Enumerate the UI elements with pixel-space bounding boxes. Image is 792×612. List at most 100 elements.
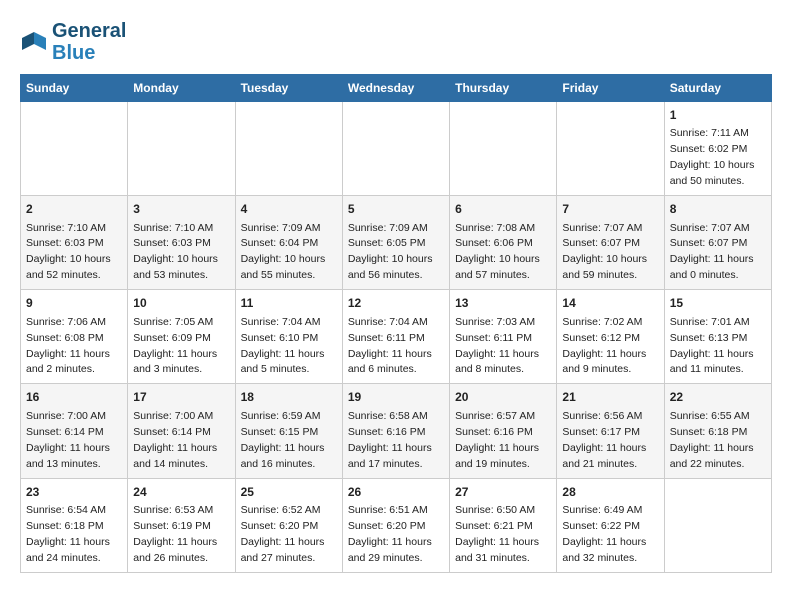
calendar-cell: 23Sunrise: 6:54 AM Sunset: 6:18 PM Dayli… — [21, 478, 128, 572]
day-info: Sunrise: 6:56 AM Sunset: 6:17 PM Dayligh… — [562, 410, 646, 470]
day-info: Sunrise: 7:04 AM Sunset: 6:11 PM Dayligh… — [348, 316, 432, 376]
calendar-cell: 24 Sunrise: 6:53 AM Sunset: 6:19 PM Dayli… — [128, 478, 235, 572]
calendar-cell: 28 Sunrise: 6:49 AM Sunset: 6:22 PM Dayli… — [557, 478, 664, 572]
calendar-cell — [342, 102, 449, 196]
calendar-cell: 26 Sunrise: 6:51 AM Sunset: 6:20 PM Dayli… — [342, 478, 449, 572]
day-number: 9 — [26, 295, 122, 312]
header-day-wednesday: Wednesday — [342, 75, 449, 102]
calendar-cell: 18 Sunrise: 6:59 AM Sunset: 6:15 PM Dayli… — [235, 384, 342, 478]
day-number: 27 — [455, 484, 551, 501]
calendar-cell: 20 Sunrise: 6:57 AM Sunset: 6:16 PM Dayli… — [450, 384, 557, 478]
calendar-cell — [128, 102, 235, 196]
calendar-cell: 12 Sunrise: 7:04 AM Sunset: 6:11 PM Dayli… — [342, 290, 449, 384]
calendar-cell — [557, 102, 664, 196]
calendar-cell: 19Sunrise: 6:58 AM Sunset: 6:16 PM Dayli… — [342, 384, 449, 478]
calendar-week-row: 2 Sunrise: 7:10 AM Sunset: 6:03 PM Daylig… — [21, 196, 772, 290]
day-number: 23 — [26, 484, 122, 501]
day-info: Sunrise: 6:57 AM Sunset: 6:16 PM Dayligh… — [455, 410, 539, 470]
calendar-cell: 9 Sunrise: 7:06 AM Sunset: 6:08 PM Daylig… — [21, 290, 128, 384]
calendar-cell: 22 Sunrise: 6:55 AM Sunset: 6:18 PM Dayli… — [664, 384, 771, 478]
calendar-week-row: 16 Sunrise: 7:00 AM Sunset: 6:14 PM Dayli… — [21, 384, 772, 478]
day-number: 14 — [562, 295, 658, 312]
day-info: Sunrise: 6:55 AM Sunset: 6:18 PM Dayligh… — [670, 410, 754, 470]
calendar-cell: 10 Sunrise: 7:05 AM Sunset: 6:09 PM Dayli… — [128, 290, 235, 384]
day-number: 6 — [455, 201, 551, 218]
day-number: 12 — [348, 295, 444, 312]
calendar-cell — [450, 102, 557, 196]
day-number: 5 — [348, 201, 444, 218]
day-number: 3 — [133, 201, 229, 218]
day-number: 28 — [562, 484, 658, 501]
day-info: Sunrise: 7:10 AM Sunset: 6:03 PM Dayligh… — [133, 222, 218, 282]
calendar-cell: 15 Sunrise: 7:01 AM Sunset: 6:13 PM Dayli… — [664, 290, 771, 384]
day-number: 13 — [455, 295, 551, 312]
calendar-cell: 13 Sunrise: 7:03 AM Sunset: 6:11 PM Dayli… — [450, 290, 557, 384]
day-number: 22 — [670, 389, 766, 406]
logo-icon — [20, 28, 48, 56]
calendar-cell: 16 Sunrise: 7:00 AM Sunset: 6:14 PM Dayli… — [21, 384, 128, 478]
day-number: 10 — [133, 295, 229, 312]
day-number: 18 — [241, 389, 337, 406]
day-info: Sunrise: 7:08 AM Sunset: 6:06 PM Dayligh… — [455, 222, 540, 282]
day-info: Sunrise: 7:07 AM Sunset: 6:07 PM Dayligh… — [670, 222, 754, 282]
logo: General Blue — [20, 20, 126, 64]
day-info: Sunrise: 6:53 AM Sunset: 6:19 PM Dayligh… — [133, 504, 217, 564]
calendar-cell: 5 Sunrise: 7:09 AM Sunset: 6:05 PM Daylig… — [342, 196, 449, 290]
day-info: Sunrise: 7:05 AM Sunset: 6:09 PM Dayligh… — [133, 316, 217, 376]
header-day-sunday: Sunday — [21, 75, 128, 102]
day-number: 15 — [670, 295, 766, 312]
calendar-cell: 11 Sunrise: 7:04 AM Sunset: 6:10 PM Dayli… — [235, 290, 342, 384]
day-info: Sunrise: 7:01 AM Sunset: 6:13 PM Dayligh… — [670, 316, 754, 376]
calendar-cell: 4 Sunrise: 7:09 AM Sunset: 6:04 PM Daylig… — [235, 196, 342, 290]
day-number: 24 — [133, 484, 229, 501]
day-number: 4 — [241, 201, 337, 218]
calendar-cell — [21, 102, 128, 196]
day-info: Sunrise: 7:00 AM Sunset: 6:14 PM Dayligh… — [26, 410, 110, 470]
day-info: Sunrise: 7:10 AM Sunset: 6:03 PM Dayligh… — [26, 222, 111, 282]
day-info: Sunrise: 6:50 AM Sunset: 6:21 PM Dayligh… — [455, 504, 539, 564]
day-number: 20 — [455, 389, 551, 406]
day-info: Sunrise: 7:02 AM Sunset: 6:12 PM Dayligh… — [562, 316, 646, 376]
header-day-tuesday: Tuesday — [235, 75, 342, 102]
day-info: Sunrise: 7:06 AM Sunset: 6:08 PM Dayligh… — [26, 316, 110, 376]
calendar-week-row: 1 Sunrise: 7:11 AM Sunset: 6:02 PM Daylig… — [21, 102, 772, 196]
day-number: 1 — [670, 107, 766, 124]
day-info: Sunrise: 7:00 AM Sunset: 6:14 PM Dayligh… — [133, 410, 217, 470]
day-number: 2 — [26, 201, 122, 218]
calendar-cell: 17 Sunrise: 7:00 AM Sunset: 6:14 PM Dayli… — [128, 384, 235, 478]
day-info: Sunrise: 7:04 AM Sunset: 6:10 PM Dayligh… — [241, 316, 325, 376]
calendar-cell: 2 Sunrise: 7:10 AM Sunset: 6:03 PM Daylig… — [21, 196, 128, 290]
header-day-thursday: Thursday — [450, 75, 557, 102]
day-info: Sunrise: 6:49 AM Sunset: 6:22 PM Dayligh… — [562, 504, 646, 564]
day-number: 26 — [348, 484, 444, 501]
day-number: 11 — [241, 295, 337, 312]
calendar-cell: 1 Sunrise: 7:11 AM Sunset: 6:02 PM Daylig… — [664, 102, 771, 196]
header-day-saturday: Saturday — [664, 75, 771, 102]
day-number: 7 — [562, 201, 658, 218]
day-info: Sunrise: 6:51 AM Sunset: 6:20 PM Dayligh… — [348, 504, 432, 564]
calendar-cell: 6 Sunrise: 7:08 AM Sunset: 6:06 PM Daylig… — [450, 196, 557, 290]
header-day-monday: Monday — [128, 75, 235, 102]
calendar-cell: 27 Sunrise: 6:50 AM Sunset: 6:21 PM Dayli… — [450, 478, 557, 572]
calendar-table: SundayMondayTuesdayWednesdayThursdayFrid… — [20, 74, 772, 573]
calendar-cell: 7 Sunrise: 7:07 AM Sunset: 6:07 PM Daylig… — [557, 196, 664, 290]
day-info: Sunrise: 7:07 AM Sunset: 6:07 PM Dayligh… — [562, 222, 647, 282]
calendar-cell: 25Sunrise: 6:52 AM Sunset: 6:20 PM Dayli… — [235, 478, 342, 572]
day-info: Sunrise: 7:03 AM Sunset: 6:11 PM Dayligh… — [455, 316, 539, 376]
calendar-header-row: SundayMondayTuesdayWednesdayThursdayFrid… — [21, 75, 772, 102]
day-number: 21 — [562, 389, 658, 406]
logo-text: General Blue — [52, 20, 126, 64]
day-number: 8 — [670, 201, 766, 218]
day-info: Sunrise: 6:52 AM Sunset: 6:20 PM Dayligh… — [241, 504, 325, 564]
calendar-cell: 14 Sunrise: 7:02 AM Sunset: 6:12 PM Dayli… — [557, 290, 664, 384]
calendar-cell — [235, 102, 342, 196]
day-info: Sunrise: 7:11 AM Sunset: 6:02 PM Dayligh… — [670, 127, 755, 187]
day-info: Sunrise: 6:58 AM Sunset: 6:16 PM Dayligh… — [348, 410, 432, 470]
day-info: Sunrise: 7:09 AM Sunset: 6:05 PM Dayligh… — [348, 222, 433, 282]
calendar-cell: 3 Sunrise: 7:10 AM Sunset: 6:03 PM Daylig… — [128, 196, 235, 290]
day-info: Sunrise: 6:59 AM Sunset: 6:15 PM Dayligh… — [241, 410, 325, 470]
header-day-friday: Friday — [557, 75, 664, 102]
day-number: 16 — [26, 389, 122, 406]
day-number: 17 — [133, 389, 229, 406]
day-info: Sunrise: 7:09 AM Sunset: 6:04 PM Dayligh… — [241, 222, 326, 282]
